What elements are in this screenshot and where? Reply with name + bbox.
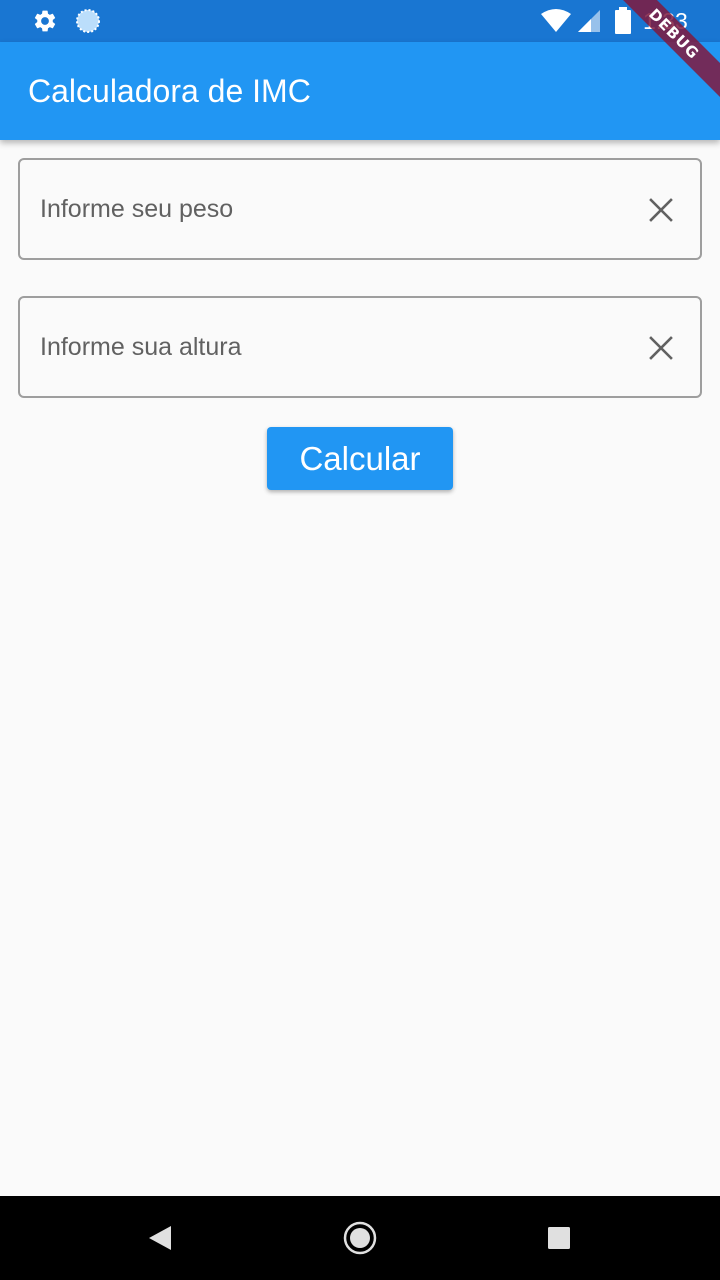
height-field[interactable] bbox=[18, 296, 702, 398]
status-bar: 1:33 bbox=[0, 0, 720, 42]
system-navigation-bar bbox=[0, 1196, 720, 1280]
page-title: Calculadora de IMC bbox=[28, 73, 311, 109]
recents-icon[interactable] bbox=[548, 1227, 570, 1249]
battery-icon bbox=[615, 7, 631, 34]
clear-height-icon[interactable] bbox=[648, 335, 674, 361]
clear-weight-icon[interactable] bbox=[648, 197, 674, 223]
back-icon[interactable] bbox=[147, 1224, 173, 1252]
calculate-button[interactable]: Calcular bbox=[267, 427, 453, 490]
weight-input[interactable] bbox=[40, 160, 620, 258]
weight-field[interactable] bbox=[18, 158, 702, 260]
home-icon[interactable] bbox=[343, 1221, 377, 1255]
sync-icon bbox=[76, 9, 100, 33]
status-time: 1:33 bbox=[643, 8, 688, 34]
settings-icon bbox=[34, 10, 56, 32]
wifi-icon bbox=[541, 9, 571, 32]
height-input[interactable] bbox=[40, 298, 620, 396]
signal-icon bbox=[578, 10, 600, 32]
app-bar: Calculadora de IMC bbox=[0, 42, 720, 140]
